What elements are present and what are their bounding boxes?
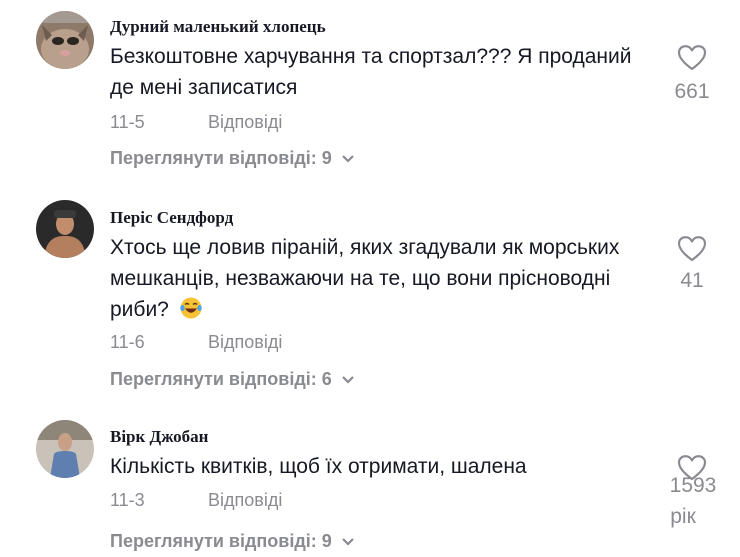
avatar[interactable] xyxy=(36,11,94,69)
comment-text: Хтось ще ловив піраній, яких згадували я… xyxy=(110,232,650,325)
view-replies-label: Переглянути відповіді: 9 xyxy=(110,148,332,168)
heart-outline-icon[interactable] xyxy=(677,44,707,72)
username[interactable]: Вірк Джобан xyxy=(110,427,208,447)
like-count: 41 xyxy=(680,269,704,292)
like-count-suffix: рік xyxy=(670,505,696,528)
chevron-down-icon xyxy=(342,537,354,546)
comment-text: Безкоштовне харчування та спортзал??? Я … xyxy=(110,45,632,99)
man-avatar-image xyxy=(36,200,94,258)
view-replies-button[interactable]: Переглянути відповіді: 9 xyxy=(110,531,356,552)
reply-button[interactable]: Відповіді xyxy=(208,332,282,353)
view-replies-button[interactable]: Переглянути відповіді: 9 xyxy=(110,148,356,169)
like-count: 661 xyxy=(674,80,710,103)
username[interactable]: Періс Сендфорд xyxy=(110,208,233,228)
person-avatar-image xyxy=(36,420,94,478)
view-replies-label: Переглянути відповіді: 6 xyxy=(110,369,332,389)
avatar[interactable] xyxy=(36,200,94,258)
heart-outline-icon[interactable] xyxy=(677,235,707,263)
comment-text: Кількість квитків, щоб їх отримати, шале… xyxy=(110,455,527,478)
view-replies-button[interactable]: Переглянути відповіді: 6 xyxy=(110,369,356,390)
avatar[interactable] xyxy=(36,420,94,478)
comment-date: 11-3 xyxy=(110,490,145,510)
laughing-tears-emoji xyxy=(180,297,202,319)
like-count: 1593 xyxy=(669,474,717,497)
chevron-down-icon xyxy=(342,154,354,163)
comment-date: 11-5 xyxy=(110,112,145,132)
username[interactable]: Дурний маленький хлопець xyxy=(110,17,326,37)
cat-avatar-image xyxy=(36,11,94,69)
reply-button[interactable]: Відповіді xyxy=(208,112,282,133)
chevron-down-icon xyxy=(342,375,354,384)
view-replies-label: Переглянути відповіді: 9 xyxy=(110,531,332,551)
reply-button[interactable]: Відповіді xyxy=(208,490,282,511)
comment-date: 11-6 xyxy=(110,332,145,352)
